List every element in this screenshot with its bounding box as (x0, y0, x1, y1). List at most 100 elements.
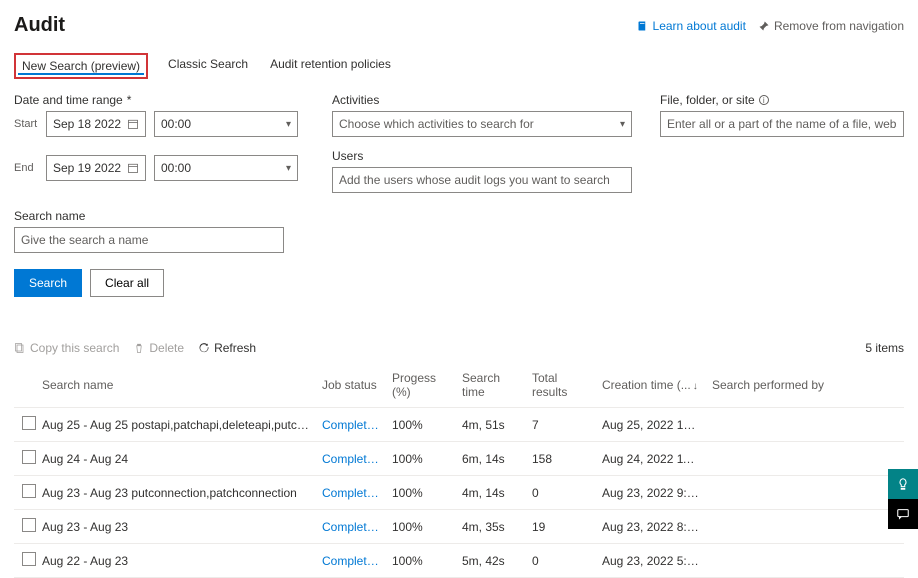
cell-job-status[interactable]: Completed (316, 544, 386, 578)
cell-search-time: 5m, 42s (456, 544, 526, 578)
col-search-name[interactable]: Search name (36, 363, 316, 408)
refresh-label: Refresh (214, 341, 256, 355)
cell-total-results: 19 (526, 510, 596, 544)
cell-job-status[interactable]: Completed (316, 408, 386, 442)
start-date-value: Sep 18 2022 (53, 117, 121, 131)
row-checkbox[interactable] (22, 416, 36, 430)
page-title: Audit (14, 14, 65, 37)
calendar-icon (127, 162, 139, 174)
book-icon (637, 20, 649, 32)
col-job-status[interactable]: Job status (316, 363, 386, 408)
refresh-icon (198, 342, 210, 354)
col-performed-by[interactable]: Search performed by (706, 363, 904, 408)
cell-performed-by (706, 544, 904, 578)
start-label: Start (14, 118, 38, 130)
start-date-picker[interactable]: Sep 18 2022 (46, 111, 146, 137)
col-creation-time[interactable]: Creation time (...↓ (596, 363, 706, 408)
cell-search-name: Aug 23 - Aug 23 (36, 510, 316, 544)
file-folder-site-input[interactable] (660, 111, 904, 137)
row-checkbox[interactable] (22, 552, 36, 566)
cell-total-results: 0 (526, 544, 596, 578)
cell-progress: 100% (386, 510, 456, 544)
delete-icon (133, 342, 145, 354)
copy-label: Copy this search (30, 341, 119, 355)
cell-progress: 100% (386, 476, 456, 510)
cell-progress: 100% (386, 408, 456, 442)
cell-performed-by (706, 442, 904, 476)
cell-creation-time: Aug 23, 2022 9:44 ... (596, 476, 706, 510)
table-row[interactable]: Aug 23 - Aug 23 putconnection,patchconne… (14, 476, 904, 510)
tab-classic-search[interactable]: Classic Search (166, 53, 250, 79)
datetime-range-label: Date and time range (14, 93, 304, 107)
clear-all-button[interactable]: Clear all (90, 269, 164, 297)
info-icon: i (759, 95, 769, 105)
calendar-icon (127, 118, 139, 130)
start-time-value: 00:00 (161, 117, 191, 131)
users-label: Users (332, 149, 632, 163)
cell-creation-time: Aug 23, 2022 8:51 ... (596, 510, 706, 544)
chevron-down-icon: ▾ (620, 119, 625, 130)
end-date-value: Sep 19 2022 (53, 161, 121, 175)
end-time-value: 00:00 (161, 161, 191, 175)
cell-performed-by (706, 510, 904, 544)
file-folder-site-label: File, folder, or site i (660, 93, 904, 107)
remove-link-text: Remove from navigation (774, 19, 904, 33)
copy-icon (14, 342, 26, 354)
cell-total-results: 7 (526, 408, 596, 442)
cell-total-results: 158 (526, 442, 596, 476)
cell-search-time: 4m, 51s (456, 408, 526, 442)
table-row[interactable]: Aug 24 - Aug 24Completed100%6m, 14s158Au… (14, 442, 904, 476)
cell-job-status[interactable]: Completed (316, 510, 386, 544)
cell-progress: 100% (386, 442, 456, 476)
table-row[interactable]: Aug 23 - Aug 23Completed100%4m, 35s19Aug… (14, 510, 904, 544)
col-search-time[interactable]: Search time (456, 363, 526, 408)
col-progress[interactable]: Progess (%) (386, 363, 456, 408)
remove-from-nav-link[interactable]: Remove from navigation (758, 19, 904, 33)
tab-new-search[interactable]: New Search (preview) (14, 53, 148, 79)
delete-button[interactable]: Delete (133, 341, 184, 355)
cell-creation-time: Aug 25, 2022 12:23... (596, 408, 706, 442)
end-date-picker[interactable]: Sep 19 2022 (46, 155, 146, 181)
col-total-results[interactable]: Total results (526, 363, 596, 408)
chevron-down-icon: ▾ (286, 163, 291, 174)
row-checkbox[interactable] (22, 518, 36, 532)
cell-search-time: 4m, 14s (456, 476, 526, 510)
cell-job-status[interactable]: Completed (316, 476, 386, 510)
sort-desc-icon: ↓ (693, 381, 698, 392)
feedback-button[interactable] (888, 469, 918, 499)
start-time-picker[interactable]: 00:00 ▾ (154, 111, 298, 137)
table-row[interactable]: Aug 25 - Aug 25 postapi,patchapi,deletea… (14, 408, 904, 442)
search-button[interactable]: Search (14, 269, 82, 297)
refresh-button[interactable]: Refresh (198, 341, 256, 355)
cell-progress: 100% (386, 544, 456, 578)
cell-total-results: 0 (526, 476, 596, 510)
unpin-icon (758, 20, 770, 32)
cell-performed-by (706, 476, 904, 510)
end-label: End (14, 162, 38, 174)
activities-placeholder: Choose which activities to search for (339, 117, 534, 131)
search-name-input[interactable] (14, 227, 284, 253)
cell-job-status[interactable]: Completed (316, 442, 386, 476)
row-checkbox[interactable] (22, 484, 36, 498)
cell-creation-time: Aug 24, 2022 11:01... (596, 442, 706, 476)
activities-label: Activities (332, 93, 632, 107)
cell-performed-by (706, 408, 904, 442)
table-header-row: Search name Job status Progess (%) Searc… (14, 363, 904, 408)
row-checkbox[interactable] (22, 450, 36, 464)
table-row[interactable]: Aug 22 - Aug 23Completed100%5m, 42s0Aug … (14, 544, 904, 578)
cell-search-name: Aug 23 - Aug 23 putconnection,patchconne… (36, 476, 316, 510)
copy-search-button[interactable]: Copy this search (14, 341, 119, 355)
lightbulb-icon (896, 477, 910, 491)
users-input[interactable] (332, 167, 632, 193)
search-name-label: Search name (14, 209, 276, 223)
learn-about-audit-link[interactable]: Learn about audit (637, 19, 746, 33)
cell-search-name: Aug 25 - Aug 25 postapi,patchapi,deletea… (36, 408, 316, 442)
chat-button[interactable] (888, 499, 918, 529)
activities-select[interactable]: Choose which activities to search for ▾ (332, 111, 632, 137)
item-count: 5 items (865, 341, 904, 355)
chevron-down-icon: ▾ (286, 119, 291, 130)
end-time-picker[interactable]: 00:00 ▾ (154, 155, 298, 181)
tab-audit-retention[interactable]: Audit retention policies (268, 53, 393, 79)
cell-search-time: 4m, 35s (456, 510, 526, 544)
chat-icon (896, 507, 910, 521)
